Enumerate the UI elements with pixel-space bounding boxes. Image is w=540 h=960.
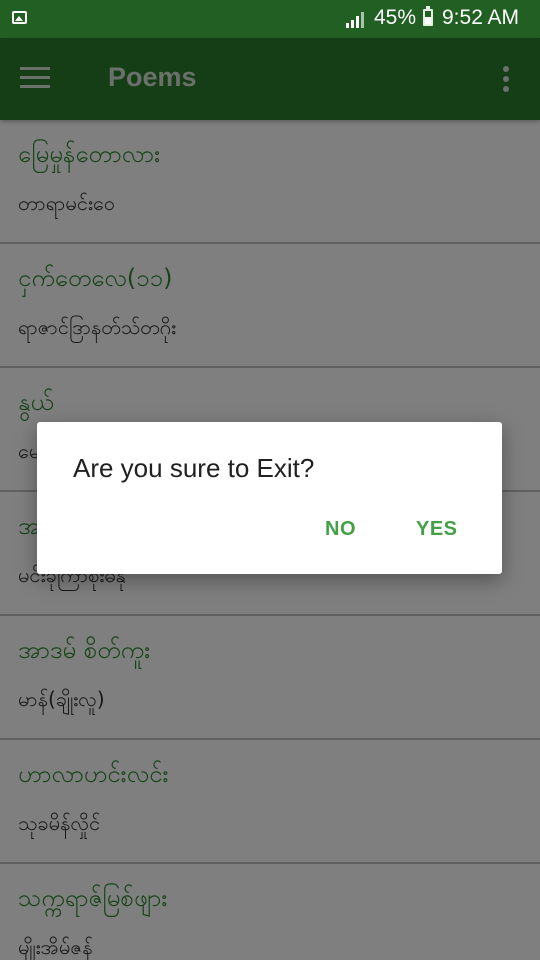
- battery-icon: [423, 6, 433, 26]
- no-button[interactable]: NO: [325, 518, 356, 541]
- image-notification-icon: [12, 11, 27, 24]
- signal-icon: [346, 12, 364, 28]
- exit-dialog: Are you sure to Exit? NO YES: [37, 422, 502, 574]
- battery-percent: 45%: [374, 6, 417, 29]
- yes-button[interactable]: YES: [416, 518, 458, 541]
- status-bar: 45% 9:52 AM: [0, 0, 540, 38]
- dialog-message: Are you sure to Exit?: [73, 453, 315, 483]
- clock: 9:52 AM: [442, 6, 520, 29]
